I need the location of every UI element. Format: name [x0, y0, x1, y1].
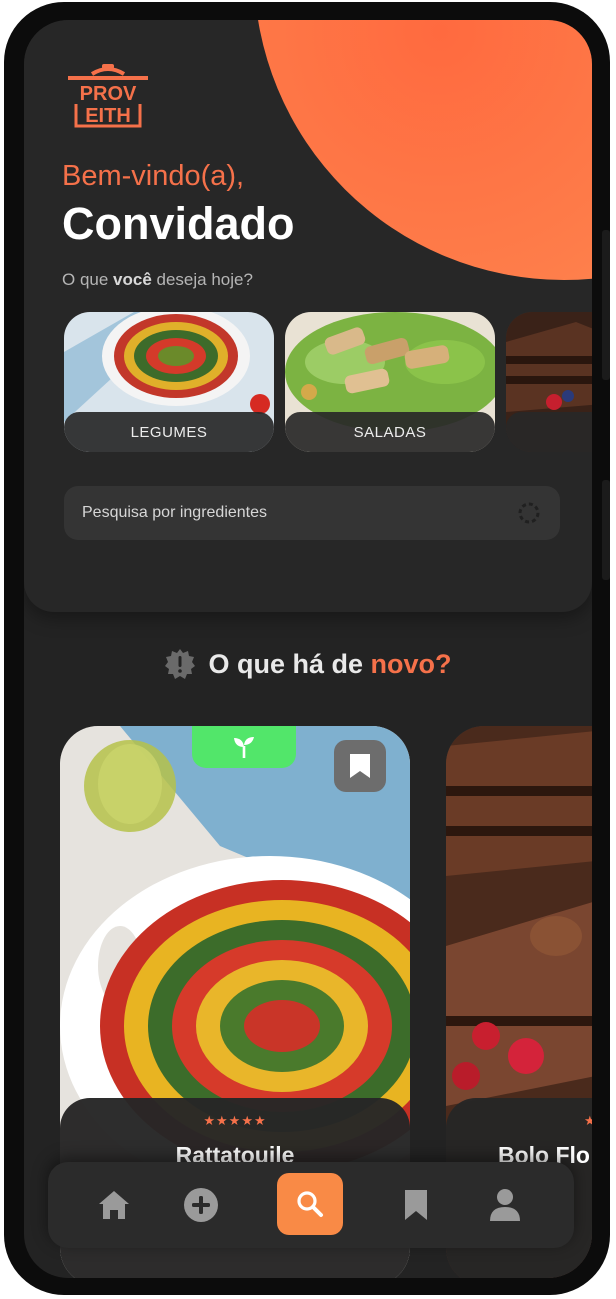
bottom-navigation [48, 1162, 574, 1248]
question-bold: você [113, 270, 152, 289]
save-recipe-button[interactable] [334, 740, 386, 792]
volume-button [602, 230, 610, 380]
bookmark-icon [405, 1190, 427, 1220]
app-logo: PROV EITH [68, 64, 148, 128]
user-icon [490, 1189, 520, 1221]
loading-spinner-icon[interactable] [516, 500, 542, 526]
category-label-bar: SALADAS [285, 412, 495, 452]
title-text: O que há de [208, 648, 371, 679]
bookmark-icon [350, 754, 370, 778]
nav-home-button[interactable] [82, 1173, 146, 1237]
category-label-bar: D [506, 412, 592, 452]
search-icon [297, 1191, 323, 1217]
prompt-question: O que você deseja hoje? [62, 270, 253, 290]
power-button [602, 480, 610, 580]
search-input[interactable] [82, 504, 516, 522]
nav-search-button[interactable] [277, 1173, 343, 1235]
add-circle-icon [184, 1188, 218, 1222]
whats-new-heading: O que há de novo? [24, 648, 592, 680]
category-label-bar: LEGUMES [64, 412, 274, 452]
rating-stars: ★★★★★ [203, 1114, 267, 1129]
question-start: O que [62, 270, 114, 289]
nav-profile-button[interactable] [473, 1173, 537, 1237]
title-accent: novo? [370, 648, 452, 679]
welcome-text: Bem-vindo(a), [62, 160, 245, 192]
logo-text-bottom: EITH [85, 105, 131, 127]
category-card-legumes[interactable]: LEGUMES [64, 312, 274, 452]
whats-new-title: O que há de novo? [208, 649, 451, 680]
category-card-saladas[interactable]: SALADAS [285, 312, 495, 452]
nav-add-button[interactable] [169, 1173, 233, 1237]
header-panel: PROV EITH Bem-vindo(a), Convidado O que … [24, 20, 592, 612]
phone-frame: PROV EITH Bem-vindo(a), Convidado O que … [4, 2, 610, 1295]
logo-text-top: PROV [80, 83, 137, 105]
nav-saved-button[interactable] [384, 1173, 448, 1237]
category-carousel: LEGUMES SALADAS [64, 312, 592, 454]
ingredient-search[interactable] [64, 486, 560, 540]
badge-icon [165, 649, 196, 679]
sprout-icon [234, 737, 254, 758]
app-screen: PROV EITH Bem-vindo(a), Convidado O que … [24, 20, 592, 1278]
category-label: SALADAS [353, 423, 427, 441]
question-end: deseja hoje? [151, 270, 253, 289]
category-card-third[interactable]: D [506, 312, 592, 452]
guest-name: Convidado [62, 198, 295, 249]
category-label: LEGUMES [130, 423, 208, 441]
rating-stars: ★ [584, 1114, 592, 1129]
home-icon [99, 1191, 129, 1219]
vegetarian-badge [192, 726, 296, 768]
decorative-blob [254, 20, 592, 280]
